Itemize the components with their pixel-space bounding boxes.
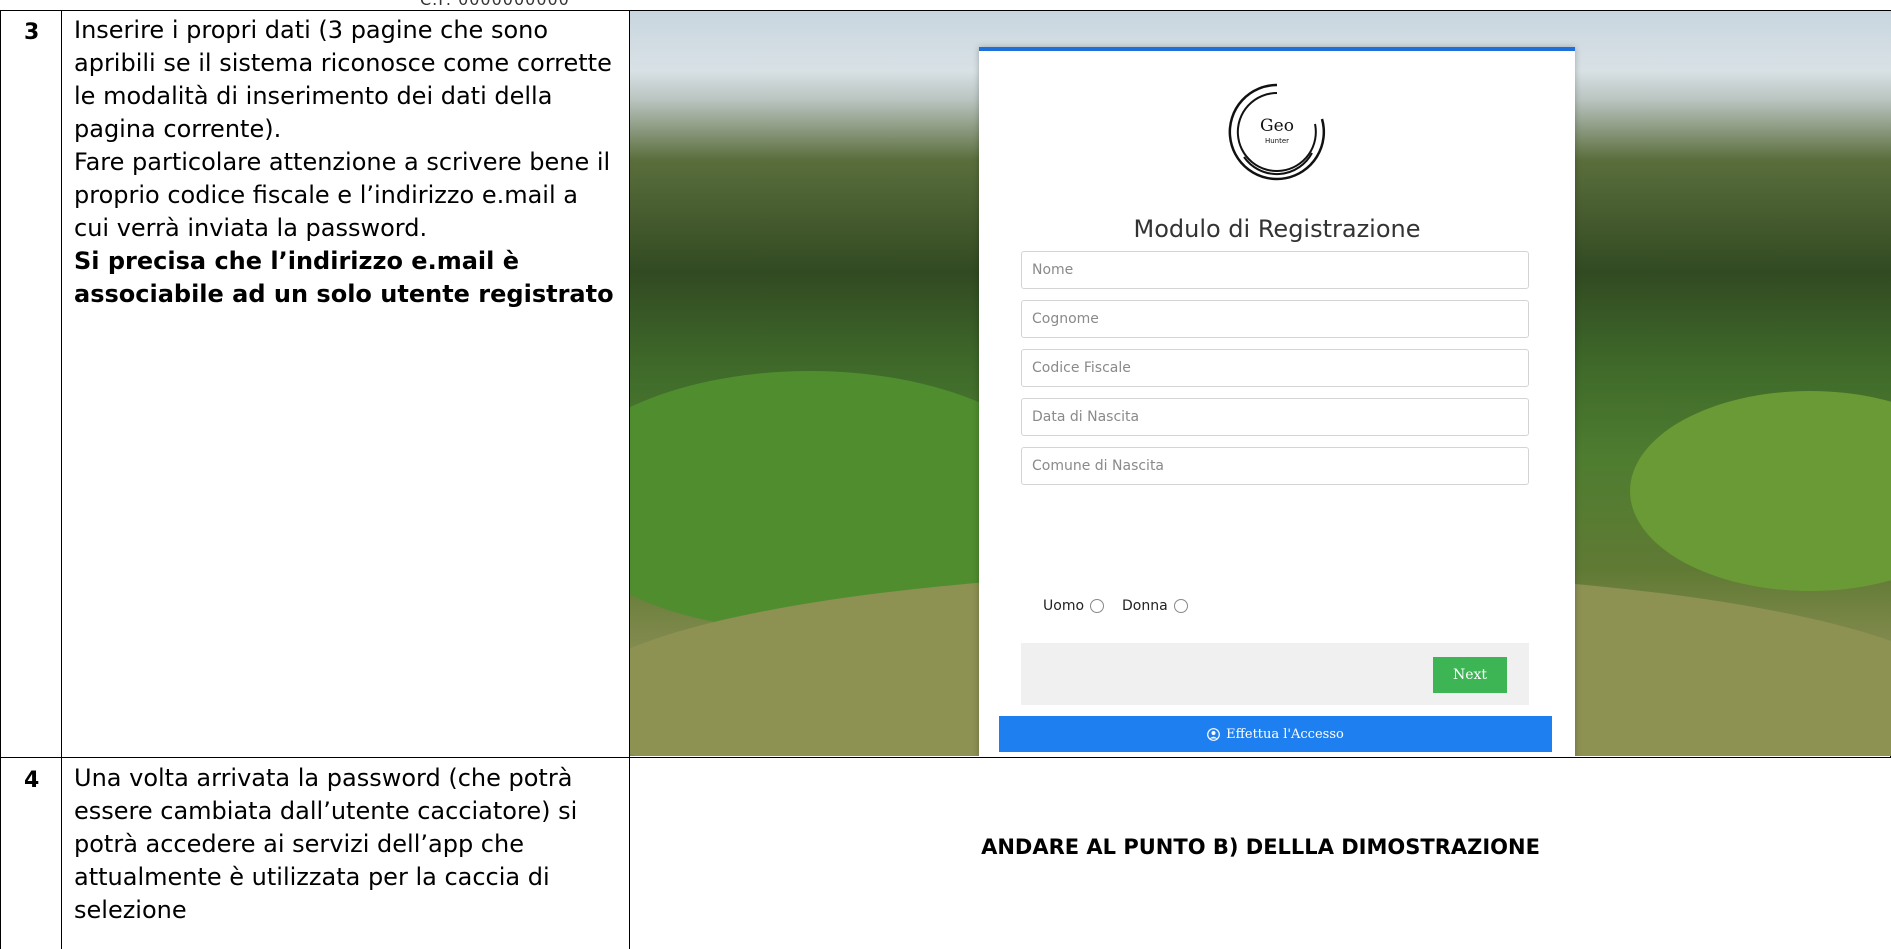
step-4-paragraph: Una volta arrivata la password (che potr… — [74, 764, 578, 924]
step-3-description: Inserire i propri dati (3 pagine che son… — [74, 14, 619, 311]
gender-female-radio[interactable] — [1173, 599, 1188, 613]
gender-male-label: Uomo — [1043, 598, 1085, 614]
landscape-hill — [1630, 391, 1891, 591]
step-number: 4 — [24, 768, 40, 793]
table-border-left — [0, 10, 1, 949]
form-footer: Next — [1021, 643, 1529, 705]
access-button[interactable]: Effettua l'Accesso — [999, 716, 1552, 752]
step-number: 3 — [24, 20, 40, 45]
header-fragment: C.F. 0000000000 — [420, 0, 570, 9]
geo-hunter-logo: Geo Hunter — [1228, 83, 1326, 181]
logo-text: Geo — [1260, 116, 1294, 136]
step-3-paragraph: Fare particolare attenzione a scrivere b… — [74, 148, 611, 242]
data-nascita-input[interactable] — [1021, 398, 1529, 436]
step-4-description: Una volta arrivata la password (che potr… — [74, 762, 619, 927]
nome-input[interactable] — [1021, 251, 1529, 289]
instruction-text: ANDARE AL PUNTO B) DELLLA DIMOSTRAZIONE — [981, 835, 1540, 859]
comune-nascita-input[interactable] — [1021, 447, 1529, 485]
form-title: Modulo di Registrazione — [1133, 215, 1421, 243]
user-circle-icon — [1207, 727, 1221, 741]
table-row-divider — [0, 757, 1891, 758]
registration-screenshot: Geo Hunter Modulo di Registrazione Uomo … — [630, 11, 1891, 756]
registration-modal: Geo Hunter Modulo di Registrazione Uomo … — [979, 47, 1575, 756]
logo-subtext: Hunter — [1265, 137, 1289, 145]
gender-male-radio[interactable] — [1090, 599, 1105, 613]
step-3-warning: Si precisa che l’indirizzo e.mail è asso… — [74, 247, 614, 308]
table-column-divider — [61, 10, 62, 949]
gender-female-label: Donna — [1122, 598, 1168, 614]
codice-fiscale-input[interactable] — [1021, 349, 1529, 387]
cognome-input[interactable] — [1021, 300, 1529, 338]
access-button-label: Effettua l'Accesso — [1226, 726, 1344, 742]
gender-selector: Uomo Donna — [1043, 598, 1200, 614]
step-3-paragraph: Inserire i propri dati (3 pagine che son… — [74, 16, 612, 143]
next-button[interactable]: Next — [1433, 657, 1507, 693]
